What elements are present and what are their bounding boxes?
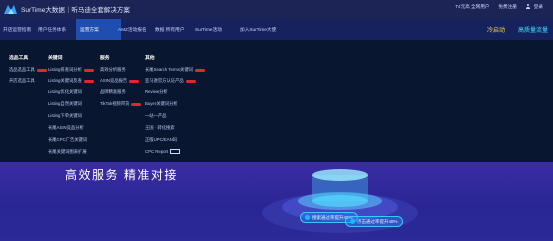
- stat-pill-click-label: 点击通过率提升48%: [357, 218, 398, 224]
- menu-link-label: 长尾ASIN竞品分析: [48, 125, 84, 130]
- hot-badge: [131, 102, 142, 106]
- menu-link-svc-4[interactable]: TikTok视频带货: [100, 101, 142, 107]
- menu-link-label: 开店选品工具: [9, 78, 35, 83]
- menu-col-tools-title: 选品工具: [9, 56, 29, 61]
- menu-link-other-3[interactable]: Review分析: [145, 89, 168, 95]
- top-bar: SurTime大数据｜听马迪全套解决方案 T4元高 全网用户 免费注册 登录: [0, 0, 553, 19]
- menu-link-other-4[interactable]: Buyer关键词分析: [145, 101, 178, 107]
- menu-link-kw-7[interactable]: 长尾CPC广告关键词: [48, 137, 87, 143]
- menu-link-kw-8[interactable]: 长尾关键词图表扩展: [48, 149, 87, 155]
- menu-link-kw-2[interactable]: Listing关键词反查: [48, 78, 94, 84]
- hero-slogan: 高效服务 精准对接: [65, 168, 178, 182]
- menu-link-label: 选品选品工具: [9, 67, 35, 72]
- menu-col-other-title: 其他: [145, 56, 155, 61]
- menu-link-other-1[interactable]: 长尾Search Terms关键词: [145, 67, 205, 73]
- hot-badge: [36, 68, 47, 72]
- menu-link-label: Listing关键词反查: [48, 78, 82, 83]
- menu-link-svc-2[interactable]: ASIN竞品报告: [100, 78, 140, 84]
- menu-link-other-6[interactable]: 王国 · 转化搜索: [145, 125, 175, 131]
- menu-link-label: 一站一产品: [145, 113, 167, 118]
- hot-badge: [83, 68, 94, 72]
- menu-link-label: 高效分析服务: [100, 67, 126, 72]
- nav-cta-traffic[interactable]: 高质量流量: [518, 25, 548, 34]
- logo-icon[interactable]: [3, 3, 18, 16]
- menu-link-other-2[interactable]: 亚马逊官方认证产品: [145, 78, 196, 84]
- nav-item-ambassador[interactable]: 加入SurTime大使: [240, 27, 276, 33]
- user-icon: [526, 4, 531, 10]
- nav-item-data[interactable]: 数据 所有用户: [155, 27, 184, 33]
- hot-badge: [194, 68, 205, 72]
- menu-link-label: Buyer关键词分析: [145, 101, 178, 106]
- menu-link-kw-4[interactable]: Listing自然关键词: [48, 101, 82, 107]
- menu-link-kw-5[interactable]: Listing下单关键词: [48, 113, 82, 119]
- menu-col-keywords-title: 关键词: [48, 56, 63, 61]
- main-nav: 开店运营指南 用户任务体系 运营方案 AMZ活动报名 数据 所有用户 SurTi…: [0, 19, 553, 40]
- nav-item-events[interactable]: SurTime活动: [195, 27, 222, 33]
- menu-link-other-5[interactable]: 一站一产品: [145, 113, 166, 119]
- menu-link-label: Listing下单关键词: [48, 113, 82, 118]
- menu-col-services-title: 服务: [100, 56, 110, 61]
- menu-link-kw-3[interactable]: Listing优化关键词: [48, 89, 82, 95]
- menu-link-label: ASIN竞品报告: [100, 78, 128, 83]
- menu-link-label: 正版UPC/EAN码: [145, 137, 177, 142]
- nav-item-tasks[interactable]: 用户任务体系: [38, 27, 66, 33]
- menu-link-kw-6[interactable]: 长尾ASIN竞品分析: [48, 125, 84, 131]
- login-link[interactable]: 登录: [526, 4, 543, 10]
- site-title[interactable]: SurTime大数据｜听马迪全套解决方案: [21, 4, 130, 14]
- hot-badge: [83, 79, 94, 83]
- menu-link-label: Review分析: [145, 89, 168, 94]
- top-links: T4元高 全网用户 免费注册 登录: [455, 4, 543, 10]
- chart-icon: [305, 215, 310, 220]
- new-badge: [170, 149, 181, 154]
- stat-pill-click: 点击通过率提升48%: [345, 216, 403, 227]
- nav-item-guide[interactable]: 开店运营指南: [3, 27, 31, 33]
- menu-link-tool-2[interactable]: 开店选品工具: [9, 78, 35, 84]
- menu-link-label: 长尾Search Terms关键词: [145, 67, 193, 72]
- trend-icon: [350, 219, 355, 224]
- menu-link-kw-1[interactable]: Listing排查词分析: [48, 67, 94, 73]
- menu-link-other-7[interactable]: 正版UPC/EAN码: [145, 137, 177, 143]
- top-link-promo[interactable]: T4元高 全网用户: [455, 4, 489, 10]
- nav-cta-cold-start[interactable]: 冷启动: [487, 25, 505, 34]
- menu-link-label: CPC Report: [145, 149, 169, 154]
- top-link-register[interactable]: 免费注册: [498, 4, 516, 10]
- menu-link-label: 长尾关键词图表扩展: [48, 149, 87, 154]
- menu-link-other-8[interactable]: CPC Report: [145, 149, 181, 154]
- hot-badge: [185, 79, 196, 83]
- menu-link-label: 亚马逊官方认证产品: [145, 78, 184, 83]
- nav-item-plan[interactable]: 运营方案: [80, 27, 99, 33]
- menu-link-label: TikTok视频带货: [100, 101, 130, 106]
- mega-menu: [0, 40, 553, 162]
- menu-link-svc-1[interactable]: 高效分析服务: [100, 67, 126, 73]
- menu-link-label: Listing优化关键词: [48, 89, 82, 94]
- login-label: 登录: [533, 4, 543, 9]
- menu-link-label: 长尾CPC广告关键词: [48, 137, 88, 142]
- menu-link-svc-3[interactable]: 品牌精准服务: [100, 89, 126, 95]
- nav-item-amz[interactable]: AMZ活动报名: [118, 27, 147, 33]
- menu-link-label: Listing自然关键词: [48, 101, 82, 106]
- menu-link-label: Listing排查词分析: [48, 67, 82, 72]
- menu-link-label: 品牌精准服务: [100, 89, 126, 94]
- hot-badge: [129, 79, 140, 83]
- menu-link-label: 王国 · 转化搜索: [145, 125, 175, 130]
- menu-link-tool-1[interactable]: 选品选品工具: [9, 67, 47, 73]
